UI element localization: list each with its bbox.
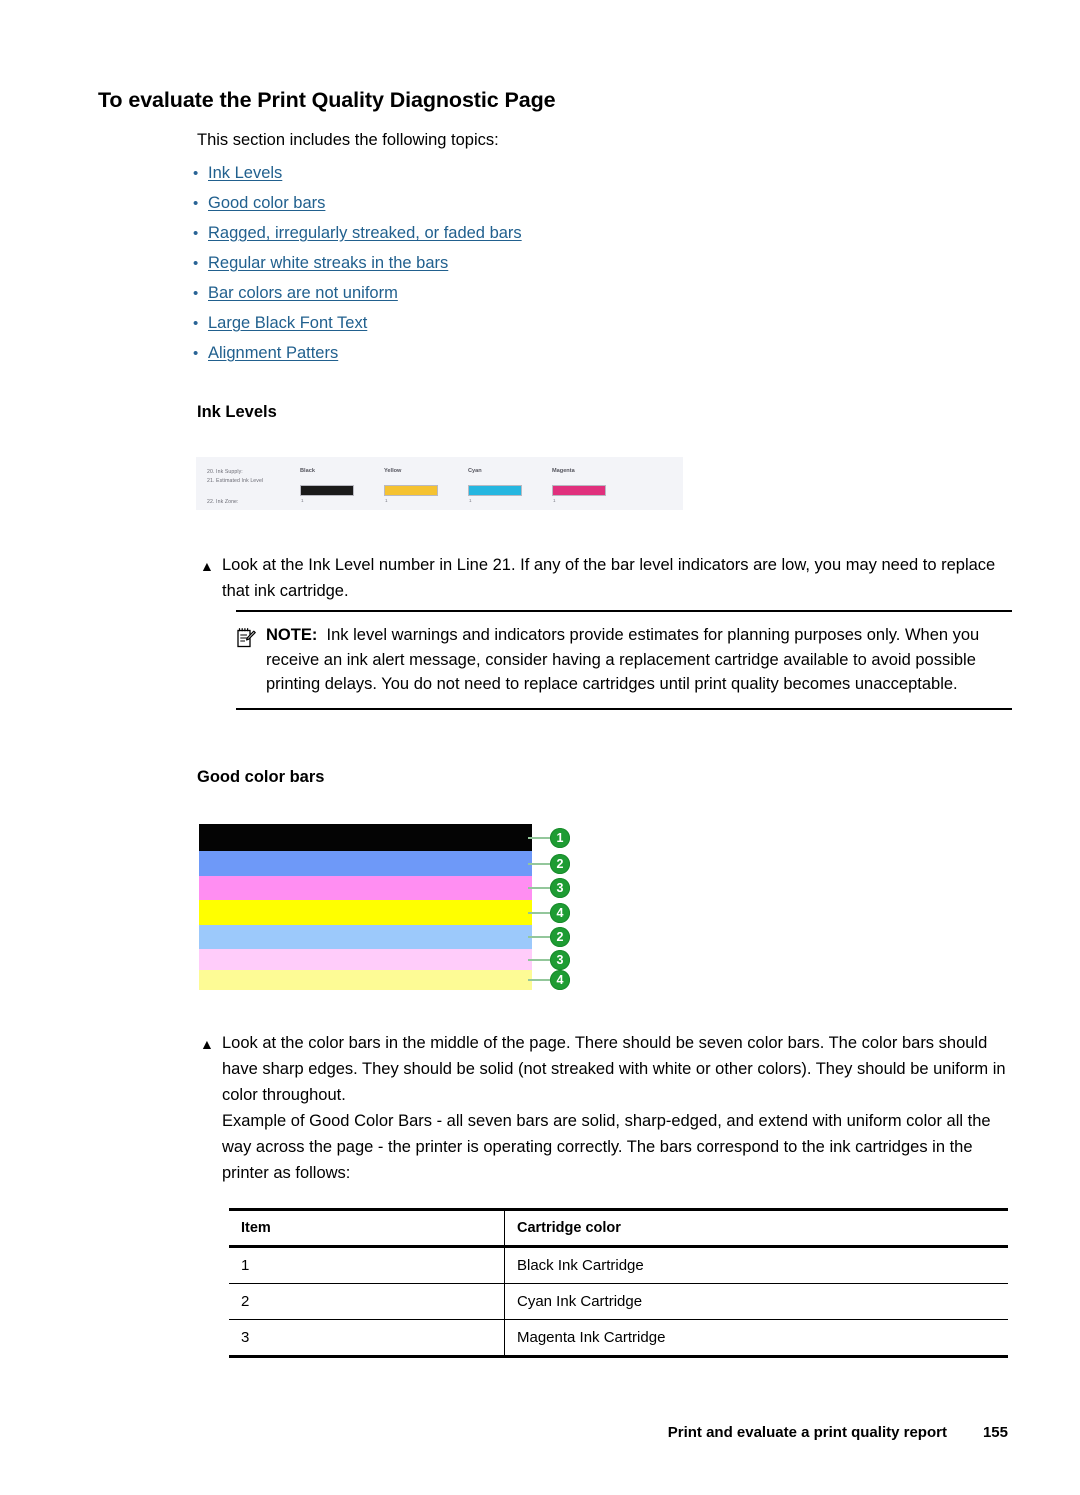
note-text: Ink level warnings and indicators provid… [266, 626, 980, 693]
intro-text: This section includes the following topi… [197, 131, 499, 149]
instruction-text-1: Look at the color bars in the middle of … [222, 1034, 1006, 1104]
page-footer: Print and evaluate a print quality repor… [0, 1424, 1080, 1441]
table-row: 2 Cyan Ink Cartridge [229, 1283, 1008, 1320]
ink-column-name-cyan: Cyan [468, 468, 482, 474]
callout-leader-line [528, 862, 550, 865]
ink-zone-tick-cyan: 1 [469, 498, 472, 503]
topic-list: • Ink Levels • Good color bars • Ragged,… [190, 164, 950, 374]
bullet-icon: • [193, 255, 199, 272]
callout-badge-1: 1 [550, 827, 570, 848]
list-item: • Alignment Patters [190, 344, 950, 374]
cell-cartridge-color: Cyan Ink Cartridge [504, 1283, 1008, 1320]
footer-text: Print and evaluate a print quality repor… [667, 1424, 947, 1441]
instruction-good-color-bars: ▲ Look at the color bars in the middle o… [200, 1030, 1015, 1186]
ink-column-name-black: Black [300, 468, 315, 474]
color-bar-6 [199, 949, 532, 970]
table-header: Item Cartridge color [229, 1209, 1008, 1247]
note-box: NOTE: Ink level warnings and indicators … [236, 610, 1012, 710]
table-row: 3 Magenta Ink Cartridge [229, 1319, 1008, 1357]
callout-badge-2: 2 [550, 853, 570, 874]
color-bar-2 [199, 851, 532, 876]
list-item: • Regular white streaks in the bars [190, 254, 950, 284]
document-page: To evaluate the Print Quality Diagnostic… [0, 0, 1080, 1495]
notepad-pencil-icon [236, 623, 266, 654]
ink-supply-label: 20. Ink Supply: [207, 469, 243, 475]
instruction-text-block: Look at the color bars in the middle of … [222, 1030, 1015, 1186]
section-heading-ink-levels: Ink Levels [197, 403, 277, 421]
ink-bar-yellow [384, 485, 438, 496]
column-header-cartridge-color: Cartridge color [504, 1209, 1008, 1247]
cell-cartridge-color: Black Ink Cartridge [504, 1246, 1008, 1284]
note-label: NOTE: [266, 626, 318, 644]
list-item: • Good color bars [190, 194, 950, 224]
topic-link-good-color-bars[interactable]: Good color bars [208, 194, 325, 213]
page-title: To evaluate the Print Quality Diagnostic… [98, 88, 556, 112]
cell-cartridge-color: Magenta Ink Cartridge [504, 1319, 1008, 1357]
page-number: 155 [982, 1424, 1008, 1441]
ink-zone-tick-yellow: 1 [385, 498, 388, 503]
bullet-icon: • [193, 285, 199, 302]
callout-badge-2: 2 [550, 927, 570, 947]
list-item: • Large Black Font Text [190, 314, 950, 344]
topic-link-ragged-bars[interactable]: Ragged, irregularly streaked, or faded b… [208, 224, 522, 243]
table-body: 1 Black Ink Cartridge 2 Cyan Ink Cartrid… [229, 1246, 1008, 1357]
topic-link-alignment-patters[interactable]: Alignment Patters [208, 344, 338, 363]
list-item: • Bar colors are not uniform [190, 284, 950, 314]
note-body: NOTE: Ink level warnings and indicators … [266, 623, 1012, 697]
callout-leader-line [528, 936, 550, 938]
cell-item: 1 [241, 1257, 250, 1274]
callout-badge-4: 4 [550, 970, 570, 990]
ink-zone-label: 22. Ink Zone: [207, 499, 239, 505]
bullet-icon: • [193, 165, 199, 182]
callout-leader-line [528, 887, 550, 889]
ink-zone-tick-magenta: 1 [553, 498, 556, 503]
color-bar-stack [199, 824, 532, 990]
color-bar-7 [199, 970, 532, 990]
ink-bar-cyan [468, 485, 522, 496]
bullet-icon: • [193, 195, 199, 212]
column-header-item: Item [241, 1220, 271, 1236]
instruction-text-2: Example of Good Color Bars - all seven b… [222, 1112, 991, 1182]
callout-leader-line [528, 836, 550, 839]
table-row: 1 Black Ink Cartridge [229, 1246, 1008, 1284]
cell-item: 3 [241, 1329, 250, 1346]
cell-item: 2 [241, 1293, 250, 1310]
callout-badge-3: 3 [550, 878, 570, 898]
bullet-icon: • [193, 345, 199, 362]
color-bar-5 [199, 925, 532, 949]
cartridge-table-wrapper: Item Cartridge color 1 Black Ink Cartrid… [229, 1208, 1008, 1358]
table-header-row: Item Cartridge color [229, 1209, 1008, 1247]
ink-bar-magenta [552, 485, 606, 496]
callout-leader-line [528, 958, 550, 961]
color-bar-3 [199, 876, 532, 900]
topic-link-white-streaks[interactable]: Regular white streaks in the bars [208, 254, 448, 273]
triangle-bullet-icon: ▲ [200, 558, 214, 574]
good-color-bars-figure: 1234234 [199, 824, 570, 990]
callout-leader-line [528, 979, 550, 981]
list-item: • Ragged, irregularly streaked, or faded… [190, 224, 950, 254]
bullet-icon: • [193, 315, 199, 332]
estimated-ink-level-label: 21. Estimated Ink Level [207, 478, 264, 484]
instruction-ink-levels: ▲ Look at the Ink Level number in Line 2… [200, 552, 1015, 604]
ink-bar-black [300, 485, 354, 496]
ink-column-name-yellow: Yellow [384, 468, 402, 474]
color-bar-callouts: 1234234 [528, 824, 570, 990]
callout-badge-4: 4 [550, 902, 570, 923]
color-bar-4 [199, 900, 532, 925]
ink-levels-figure: 20. Ink Supply: 21. Estimated Ink Level … [196, 457, 683, 510]
bullet-icon: • [193, 225, 199, 242]
instruction-text: Look at the Ink Level number in Line 21.… [222, 556, 996, 600]
topic-link-large-black-font-text[interactable]: Large Black Font Text [208, 314, 367, 333]
topic-link-ink-levels[interactable]: Ink Levels [208, 164, 282, 183]
color-bar-1 [199, 824, 532, 851]
ink-zone-tick-black: 1 [301, 498, 304, 503]
cartridge-color-table: Item Cartridge color 1 Black Ink Cartrid… [229, 1208, 1008, 1358]
triangle-bullet-icon: ▲ [200, 1036, 214, 1052]
section-heading-good-color-bars: Good color bars [197, 768, 325, 786]
callout-leader-line [528, 911, 550, 914]
list-item: • Ink Levels [190, 164, 950, 194]
ink-column-name-magenta: Magenta [552, 468, 575, 474]
callout-badge-3: 3 [550, 949, 570, 970]
topic-link-bar-colors-not-uniform[interactable]: Bar colors are not uniform [208, 284, 398, 303]
